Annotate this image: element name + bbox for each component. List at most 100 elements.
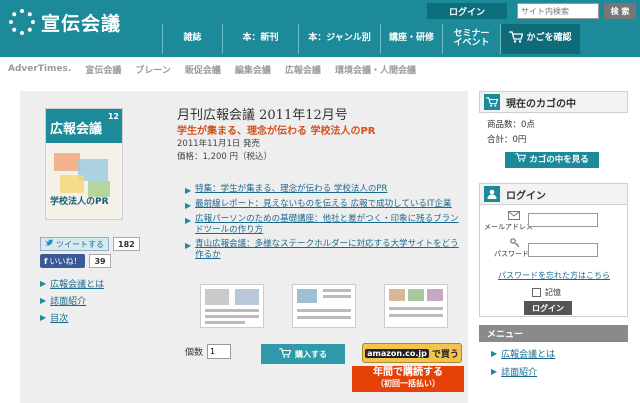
- subnav-henshu[interactable]: 編集会議: [235, 63, 271, 76]
- tweet-button[interactable]: ツイートする: [40, 237, 109, 251]
- sidebar: 現在のカゴの中 商品数：0点 合計：0円 カゴの中を見る ログイン メールアドレ…: [479, 91, 628, 403]
- buy-label: 購入する: [295, 349, 327, 359]
- cover-tile: [54, 153, 80, 171]
- social-buttons: ツイートする 182 f いいね！ 39: [40, 237, 140, 271]
- left-link-item[interactable]: ▶ 広報会議とは: [40, 277, 104, 290]
- login-box: ログイン メールアドレス パスワード パスワードを忘れた方はこちら 記憶 ログイ…: [479, 183, 628, 317]
- cover-subtitle: 学校法人のPR: [50, 197, 109, 207]
- cover-issue: 12: [107, 112, 119, 121]
- like-label: いいね！: [49, 256, 82, 266]
- menu-link[interactable]: 広報会議とは: [501, 347, 555, 360]
- subnav-sendenkaigi[interactable]: 宣伝会議: [85, 63, 121, 76]
- nav-cart[interactable]: かごを確認: [500, 24, 580, 54]
- cart-box-header: 現在のカゴの中: [479, 91, 628, 113]
- quantity-row: 個数: [185, 344, 232, 359]
- nav-books-genre[interactable]: 本：ジャンル別: [298, 24, 380, 54]
- magazine-cover[interactable]: 広報会議 12 学校法人のPR: [45, 108, 123, 220]
- nav-new-books[interactable]: 本：新刊: [222, 24, 298, 54]
- subnav-hansoku[interactable]: 販促会議: [185, 63, 221, 76]
- cover-title: 広報会議: [50, 122, 103, 137]
- menu-header: メニュー: [479, 325, 628, 342]
- password-field[interactable]: [528, 243, 598, 257]
- arrow-right-icon: ▶: [185, 241, 192, 250]
- left-link-pages[interactable]: 誌面紹介: [50, 294, 86, 307]
- subnav-brain[interactable]: ブレーン: [135, 63, 171, 76]
- login-box-header: ログイン: [479, 183, 628, 205]
- arrow-right-icon: ▶: [40, 313, 47, 322]
- tweet-count: 182: [113, 237, 140, 251]
- header-utility: ログイン 検 索: [427, 2, 640, 20]
- article-item[interactable]: ▶ 青山広報会議：多様なステークホルダーに対応する大学サイトをどう作るか: [185, 239, 460, 261]
- left-link-toc[interactable]: 目次: [50, 311, 68, 324]
- page-thumbnail[interactable]: [292, 284, 356, 328]
- cart-info: 商品数：0点 合計：0円 カゴの中を見る: [479, 113, 628, 173]
- article-link[interactable]: 青山広報会議：多様なステークホルダーに対応する大学サイトをどう作るか: [195, 239, 460, 261]
- annual-subscribe-button[interactable]: 年間で購読する （初回一括払い）: [352, 366, 464, 392]
- article-link[interactable]: 特集：学生が集まる、理念が伝わる 学校法人のPR: [195, 184, 387, 196]
- article-list: ▶ 特集：学生が集まる、理念が伝わる 学校法人のPR ▶ 最前線レポート：見えないも…: [185, 184, 460, 264]
- left-link-item[interactable]: ▶ 誌面紹介: [40, 294, 104, 307]
- page-thumbnail[interactable]: [200, 284, 264, 328]
- arrow-right-icon: ▶: [185, 186, 192, 195]
- remember-label: 記憶: [545, 288, 561, 297]
- main-nav: 雑誌 本：新刊 本：ジャンル別 講座・研修 セミナー イベント かごを確認: [162, 24, 580, 54]
- facebook-icon: f: [44, 256, 48, 266]
- login-submit-button[interactable]: ログイン: [524, 301, 572, 315]
- amazon-button[interactable]: amazon.co.jp で買う: [362, 343, 462, 363]
- remember-row: 記憶: [532, 287, 561, 298]
- subnav-kankyo[interactable]: 環境会議・人間会議: [335, 63, 416, 76]
- article-link[interactable]: 最前線レポート：見えないものを伝える 広報で成功しているIT企業: [195, 199, 451, 211]
- release-date: 2011年11月1日 発売: [177, 139, 261, 149]
- annual-sublabel: （初回一括払い）: [376, 379, 440, 388]
- site-logo[interactable]: 宣伝会議: [8, 5, 121, 39]
- left-link-about[interactable]: 広報会議とは: [50, 277, 104, 290]
- left-links: ▶ 広報会議とは ▶ 誌面紹介 ▶ 目次: [40, 277, 104, 328]
- cart-icon: [279, 348, 292, 360]
- subnav-kouhou[interactable]: 広報会議: [285, 63, 321, 76]
- amazon-logo: amazon.co.jp: [365, 348, 429, 358]
- remember-checkbox[interactable]: [532, 288, 541, 297]
- forgot-password-link[interactable]: パスワードを忘れた方はこちら: [498, 270, 610, 281]
- search-input[interactable]: [517, 3, 599, 19]
- arrow-right-icon: ▶: [185, 216, 192, 225]
- twitter-bird-icon: [45, 239, 54, 249]
- buy-button[interactable]: 購入する: [261, 344, 345, 364]
- page-thumbnail[interactable]: [384, 284, 448, 328]
- tweet-row: ツイートする 182: [40, 237, 140, 251]
- cover-tile: [60, 175, 84, 193]
- menu-item-pages[interactable]: ▶ 誌面紹介: [479, 360, 628, 378]
- search-button[interactable]: 検 索: [604, 3, 636, 19]
- like-button[interactable]: f いいね！: [40, 254, 86, 268]
- email-field[interactable]: [528, 213, 598, 227]
- product-subtitle: 学生が集まる、理念が伝わる 学校法人のPR: [177, 126, 376, 137]
- like-count: 39: [89, 254, 111, 268]
- nav-courses[interactable]: 講座・研修: [380, 24, 442, 54]
- header-login-button[interactable]: ログイン: [427, 3, 507, 19]
- nav-seminars[interactable]: セミナー イベント: [442, 24, 500, 54]
- cart-total: 合計：0円: [487, 135, 527, 145]
- left-link-item[interactable]: ▶ 目次: [40, 311, 104, 324]
- amazon-label: で買う: [431, 349, 459, 360]
- page-thumbnails: [200, 284, 470, 328]
- email-label: メールアドレス: [484, 223, 533, 231]
- article-item[interactable]: ▶ 特集：学生が集まる、理念が伝わる 学校法人のPR: [185, 184, 460, 196]
- product-meta: 2011年11月1日 発売 価格：1,200 円（税込）: [177, 138, 272, 164]
- subnav-advertimes[interactable]: AdverTimes.: [8, 64, 71, 74]
- arrow-right-icon: ▶: [40, 279, 47, 288]
- menu-item-about[interactable]: ▶ 広報会議とは: [479, 342, 628, 360]
- annual-label: 年間で購読する: [373, 367, 443, 378]
- article-item[interactable]: ▶ 最前線レポート：見えないものを伝える 広報で成功しているIT企業: [185, 199, 460, 211]
- nav-cart-label: かごを確認: [526, 33, 572, 44]
- user-icon: [484, 186, 500, 202]
- logo-mark-icon: [8, 8, 36, 36]
- view-cart-button[interactable]: カゴの中を見る: [505, 152, 599, 168]
- article-link[interactable]: 広報パーソンのための基礎講座：他社と差がつく・印象に残るブランドツールの作り方: [195, 214, 460, 236]
- login-box-title: ログイン: [506, 190, 546, 202]
- price: 価格：1,200 円（税込）: [177, 152, 273, 162]
- article-item[interactable]: ▶ 広報パーソンのための基礎講座：他社と差がつく・印象に残るブランドツールの作り方: [185, 214, 460, 236]
- product-panel: 広報会議 12 学校法人のPR 月刊広報会議 2011年12月号 学生が集まる、…: [20, 91, 468, 403]
- menu-link[interactable]: 誌面紹介: [501, 365, 537, 378]
- quantity-input[interactable]: [207, 344, 232, 359]
- sub-nav: AdverTimes. 宣伝会議 ブレーン 販促会議 編集会議 広報会議 環境会…: [0, 58, 640, 80]
- nav-magazine[interactable]: 雑誌: [162, 24, 222, 54]
